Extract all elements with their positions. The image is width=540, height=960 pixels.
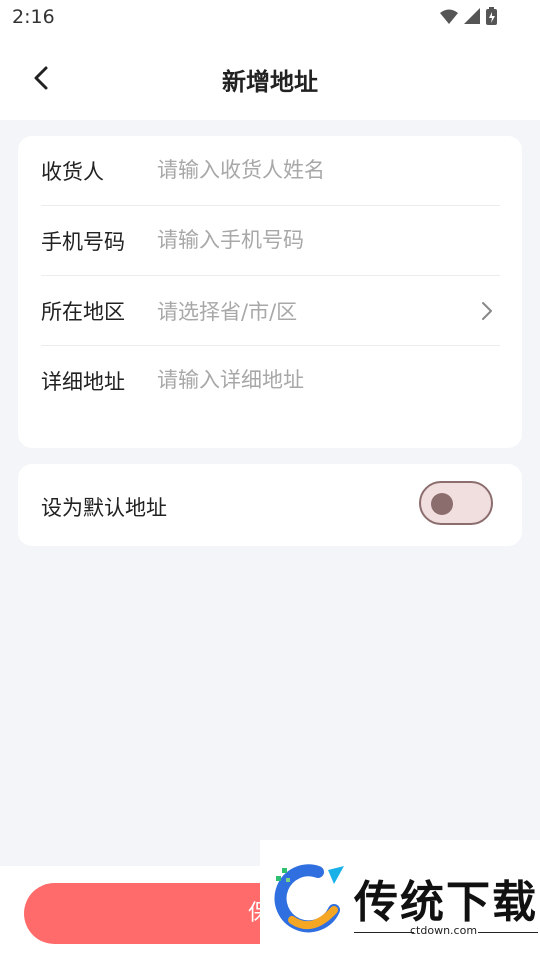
wifi-icon: [440, 9, 458, 24]
toggle-knob: [431, 493, 453, 515]
receiver-row: 收货人: [41, 136, 500, 206]
nav-bar: 新增地址: [0, 36, 540, 120]
region-picker[interactable]: 请选择省/市/区: [157, 296, 297, 326]
watermark-brand: 传统下载: [354, 877, 538, 928]
watermark-url: ctdown.com: [410, 924, 478, 937]
status-bar: 2:16: [0, 0, 540, 36]
signal-icon: [464, 8, 480, 24]
divider: [478, 932, 538, 933]
chevron-right-icon[interactable]: [480, 300, 494, 322]
page-title: 新增地址: [222, 68, 318, 96]
watermark: 传统下载 ctdown.com: [260, 840, 540, 960]
detail-label: 详细地址: [41, 370, 125, 394]
status-time: 2:16: [12, 6, 55, 28]
receiver-input[interactable]: [157, 154, 477, 186]
receiver-label: 收货人: [41, 160, 104, 184]
phone-row: 手机号码: [41, 206, 500, 276]
region-row[interactable]: 所在地区 请选择省/市/区: [41, 276, 500, 346]
default-address-label: 设为默认地址: [41, 496, 167, 520]
divider: [354, 932, 414, 933]
region-label: 所在地区: [41, 300, 125, 324]
default-address-toggle[interactable]: [419, 481, 493, 525]
address-form-card: 收货人 手机号码 所在地区 请选择省/市/区 详细地址: [18, 136, 522, 448]
detail-input[interactable]: [157, 364, 477, 396]
battery-icon: [486, 7, 497, 25]
ctdown-logo-icon: [274, 864, 344, 933]
status-icons: [440, 7, 497, 25]
default-address-card: 设为默认地址: [18, 464, 522, 546]
detail-row: 详细地址: [41, 346, 500, 416]
phone-input[interactable]: [157, 224, 477, 256]
phone-label: 手机号码: [41, 230, 125, 254]
